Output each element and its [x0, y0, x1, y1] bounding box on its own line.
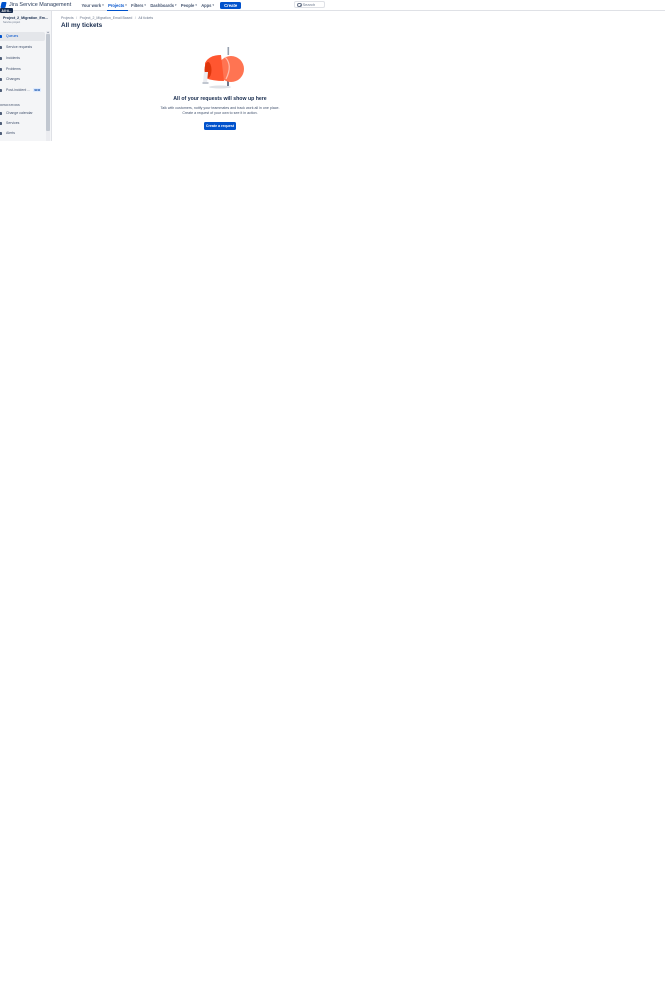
nav-dashboards-label: Dashboards: [150, 2, 174, 8]
project-type: Service project: [3, 20, 21, 24]
calendar-icon: [0, 111, 2, 115]
sidebar-item-label: Change calendar: [6, 111, 33, 116]
page-title: All my tickets: [61, 22, 103, 29]
sidebar-item-incidents[interactable]: Incidents: [0, 54, 45, 63]
nav-dashboards[interactable]: Dashboards ▾: [148, 0, 179, 10]
chevron-down-icon: ▾: [212, 3, 214, 7]
empty-state-title: All of your requests will show up here: [173, 96, 267, 102]
search-placeholder: Search: [302, 2, 316, 7]
sidebar-item-label: Services: [6, 121, 20, 126]
post-incident-icon: [0, 88, 2, 92]
problems-icon: [0, 67, 2, 71]
breadcrumb-project[interactable]: Project_2_Migration_Email Based: [80, 16, 133, 20]
changes-icon: [0, 77, 2, 81]
alerts-icon: [0, 131, 2, 135]
sidebar-item-change-calendar[interactable]: Change calendar: [0, 109, 45, 118]
services-icon: [0, 121, 2, 125]
sidebar-item-label: Alerts: [6, 131, 15, 136]
breadcrumb-current[interactable]: All tickets: [138, 16, 153, 20]
sidebar-item-label: Queues: [6, 34, 19, 39]
nav-projects-label: Projects: [108, 2, 125, 8]
shortcut-badge[interactable]: All ti...: [0, 8, 13, 13]
sidebar-item-label: Changes: [6, 77, 21, 82]
sidebar-item-changes[interactable]: Changes: [0, 75, 45, 84]
sidebar-item-label: Problems: [6, 67, 21, 72]
sidebar-item-post-incident[interactable]: Post-incident ... NEW: [0, 86, 45, 95]
nav-people[interactable]: People ▾: [179, 0, 199, 10]
sidebar-item-label: Post-incident ...: [6, 88, 31, 93]
empty-state-description: Create a request of your own to see it i…: [182, 111, 258, 115]
nav-your-work-label: Your work: [81, 2, 102, 8]
project-header[interactable]: Project_2_Migration_Em... Service projec…: [0, 16, 48, 26]
scroll-up-icon[interactable]: ▲: [47, 31, 50, 34]
breadcrumb: Projects / Project_2_Migration_Email Bas…: [61, 16, 153, 20]
chevron-down-icon: ▾: [144, 3, 146, 7]
chevron-down-icon: ▾: [102, 3, 104, 7]
product-name: Jira Service Management: [9, 2, 72, 8]
create-request-button[interactable]: Create a request: [204, 122, 236, 130]
sidebar-item-service-requests[interactable]: Service requests: [0, 43, 45, 52]
nav-people-label: People: [180, 2, 195, 8]
chevron-down-icon: ▾: [125, 3, 127, 7]
nav-your-work[interactable]: Your work ▾: [79, 0, 106, 10]
megaphone-illustration: [202, 47, 244, 89]
nav-filters[interactable]: Filters ▾: [129, 0, 148, 10]
nav-projects[interactable]: Projects ▾: [106, 0, 129, 11]
nav-items: Your work ▾ Projects ▾ Filters ▾ Dashboards…: [79, 0, 242, 11]
project-name: Project_2_Migration_Em...: [3, 16, 48, 20]
app-root: Jira Service Management Your work ▾ Proje…: [0, 0, 665, 999]
empty-state-description: Talk with customers, notify your teammat…: [160, 106, 280, 110]
top-navigation: Jira Service Management Your work ▾ Proje…: [0, 0, 665, 11]
sidebar-item-label: Service requests: [6, 45, 33, 50]
sidebar-item-alerts[interactable]: Alerts: [0, 129, 45, 138]
new-lozenge: NEW: [33, 88, 42, 93]
operations-section-title: OPERATIONS: [0, 103, 20, 107]
incidents-icon: [0, 56, 2, 60]
sidebar-item-label: Incidents: [6, 56, 21, 61]
breadcrumb-projects[interactable]: Projects: [61, 16, 74, 20]
queues-icon: [0, 34, 2, 38]
search-input[interactable]: Search: [294, 1, 325, 8]
nav-apps-label: Apps: [201, 2, 212, 8]
sidebar-item-problems[interactable]: Problems: [0, 65, 45, 74]
chevron-down-icon: ▾: [195, 3, 197, 7]
nav-apps[interactable]: Apps ▾: [199, 0, 216, 10]
sidebar-item-services[interactable]: Services: [0, 119, 45, 128]
service-requests-icon: [0, 45, 2, 49]
sidebar-scrollbar-thumb[interactable]: [46, 34, 50, 131]
breadcrumb-separator: /: [76, 16, 78, 20]
chevron-down-icon: ▾: [174, 3, 177, 7]
sidebar: Project_2_Migration_Em... Service projec…: [0, 11, 52, 141]
sidebar-item-queues[interactable]: Queues: [0, 32, 45, 41]
nav-filters-label: Filters: [131, 2, 144, 8]
search-icon: [297, 2, 302, 8]
breadcrumb-separator: /: [134, 16, 136, 20]
create-button[interactable]: Create: [220, 1, 242, 9]
